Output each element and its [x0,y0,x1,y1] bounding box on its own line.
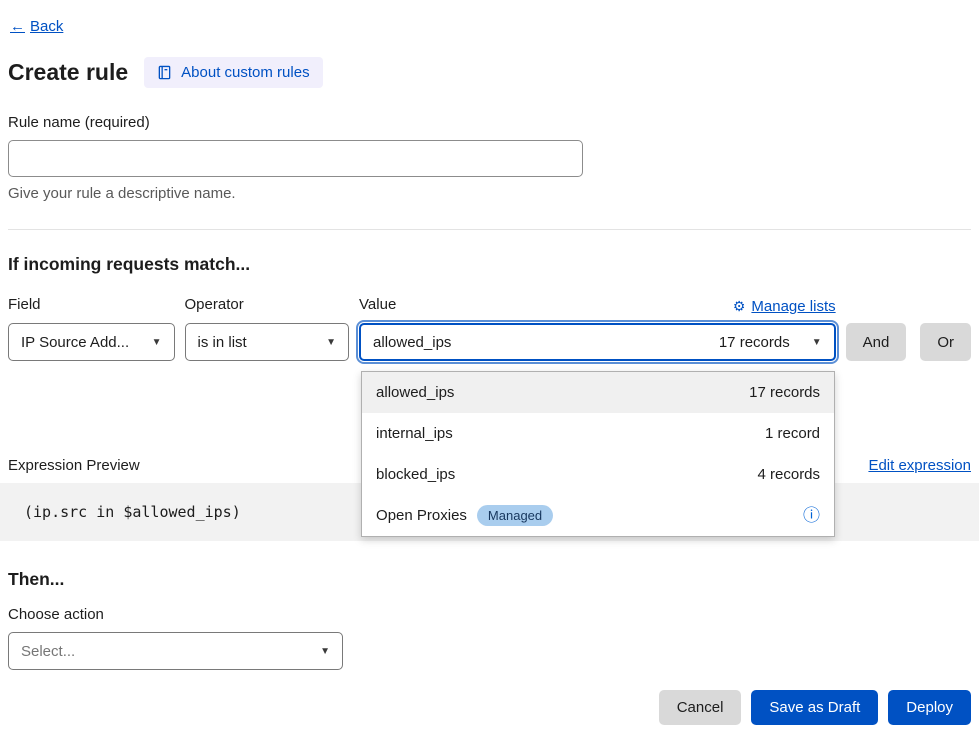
option-name: blocked_ips [376,466,455,483]
dropdown-option-allowed-ips[interactable]: allowed_ips 17 records [362,372,834,413]
option-record-count: 17 records [749,384,820,401]
rule-name-label: Rule name (required) [8,114,971,132]
back-link[interactable]: ← Back [10,18,63,35]
chevron-down-icon: ▼ [812,337,822,348]
operator-label: Operator [185,296,350,316]
book-icon [157,65,172,80]
dropdown-option-open-proxies[interactable]: Open Proxies Managed ⓘ [362,495,834,536]
chevron-down-icon: ▼ [152,337,162,348]
gear-icon: ⚙ [733,298,746,315]
edit-expression-link[interactable]: Edit expression [868,457,971,474]
match-condition-row: Field IP Source Add... ▼ Operator is in … [8,296,971,361]
and-button[interactable]: And [846,323,907,361]
choose-action-label: Choose action [8,606,971,624]
deploy-button[interactable]: Deploy [888,690,971,725]
managed-badge: Managed [477,505,553,527]
action-select[interactable]: Select... ▼ [8,632,343,670]
save-as-draft-button[interactable]: Save as Draft [751,690,878,725]
operator-column: Operator is in list ▼ [185,296,350,361]
or-button[interactable]: Or [920,323,971,361]
dropdown-option-internal-ips[interactable]: internal_ips 1 record [362,413,834,454]
option-record-count: 1 record [765,425,820,442]
or-button-column: Or [920,296,971,361]
chevron-down-icon: ▼ [320,646,330,657]
value-label: Value [359,296,396,316]
back-arrow-icon: ← [10,18,25,35]
info-icon[interactable]: ⓘ [803,507,820,524]
back-link-label: Back [30,18,63,35]
field-label: Field [8,296,175,316]
expression-code: (ip.src in $allowed_ips) [24,503,241,521]
rule-name-input[interactable] [8,140,583,177]
dropdown-option-blocked-ips[interactable]: blocked_ips 4 records [362,454,834,495]
chevron-down-icon: ▼ [326,337,336,348]
field-select-value: IP Source Add... [21,334,129,351]
value-dropdown-menu: allowed_ips 17 records internal_ips 1 re… [361,371,835,537]
about-custom-rules-label: About custom rules [181,64,309,81]
footer-actions: Cancel Save as Draft Deploy [8,690,971,725]
field-column: Field IP Source Add... ▼ [8,296,175,361]
action-select-placeholder: Select... [21,643,75,660]
about-custom-rules-button[interactable]: About custom rules [144,57,322,88]
option-name: allowed_ips [376,384,454,401]
section-divider [8,229,971,230]
value-column: Value ⚙ Manage lists allowed_ips 17 reco… [359,296,836,361]
expression-preview-label: Expression Preview [8,457,140,474]
value-select-records-count: 17 records [719,334,790,351]
value-select-value: allowed_ips [373,334,451,351]
title-row: Create rule About custom rules [8,57,971,88]
option-name: Open Proxies [376,507,467,524]
page-title: Create rule [8,59,128,86]
manage-lists-label: Manage lists [751,298,835,315]
rule-name-help-text: Give your rule a descriptive name. [8,185,971,203]
value-label-row: Value ⚙ Manage lists [359,296,836,316]
option-name: internal_ips [376,425,453,442]
cancel-button[interactable]: Cancel [659,690,742,725]
then-section-heading: Then... [8,569,971,590]
operator-select[interactable]: is in list ▼ [185,323,350,361]
match-section-heading: If incoming requests match... [8,254,971,276]
manage-lists-link[interactable]: ⚙ Manage lists [733,298,836,315]
option-record-count: 4 records [758,466,821,483]
value-select[interactable]: allowed_ips 17 records ▼ [359,323,836,361]
and-button-column: And [846,296,907,361]
field-select[interactable]: IP Source Add... ▼ [8,323,175,361]
operator-select-value: is in list [198,334,247,351]
